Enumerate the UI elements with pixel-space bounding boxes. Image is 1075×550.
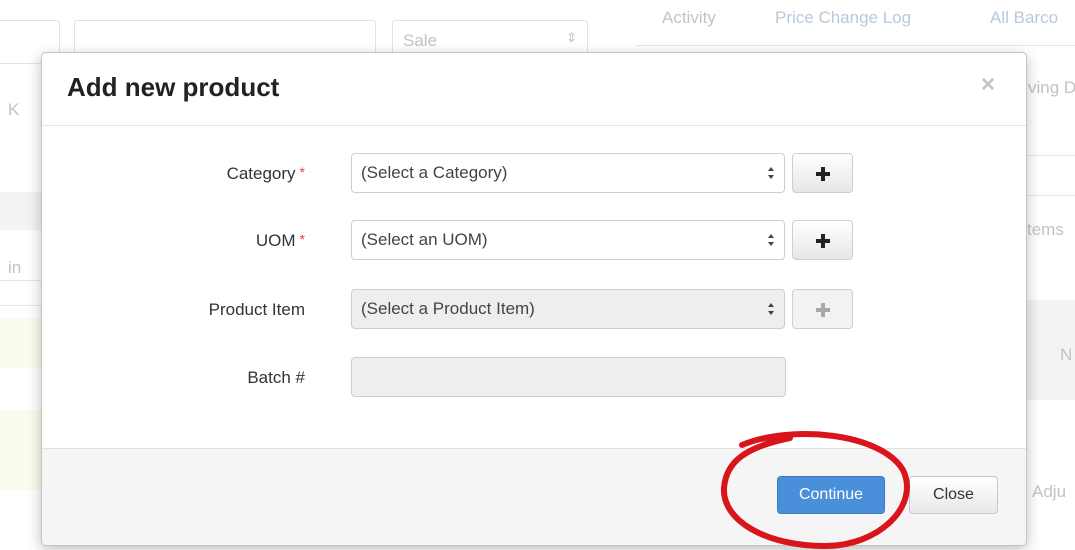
modal-footer: Continue Close — [42, 448, 1026, 545]
add-product-modal: Add new product × Category * (Select a Ca… — [41, 52, 1027, 546]
bg-line-right-2 — [1025, 195, 1075, 196]
required-star: * — [299, 164, 305, 180]
select-arrows-icon — [768, 303, 774, 315]
bg-fragment-ving: ving D — [1028, 78, 1075, 97]
category-select-value: (Select a Category) — [361, 163, 508, 182]
select-arrows-icon — [768, 234, 774, 246]
add-uom-button[interactable] — [792, 220, 853, 260]
plus-icon — [816, 234, 830, 248]
uom-select-value: (Select an UOM) — [361, 230, 488, 249]
batch-label: Batch # — [247, 368, 305, 387]
close-button[interactable]: Close — [909, 476, 998, 514]
product-item-label: Product Item — [208, 300, 305, 319]
bg-tab-price-change-log: Price Change Log — [775, 8, 912, 27]
form-row-category: Category * (Select a Category) — [42, 153, 1026, 195]
bg-line-left-2 — [0, 305, 42, 306]
plus-icon — [816, 303, 830, 317]
bg-tab-all-barcodes: All Barco — [990, 8, 1059, 27]
category-label-text: Category — [226, 164, 296, 183]
bg-tab-underline — [636, 45, 1075, 46]
add-product-item-button[interactable] — [792, 289, 853, 329]
bg-fragment-adju: Adju — [1032, 482, 1067, 501]
uom-label: UOM * — [256, 231, 305, 251]
form-row-batch: Batch # — [42, 357, 1026, 399]
form-row-product-item: Product Item (Select a Product Item) — [42, 289, 1026, 331]
bg-fragment-in: in — [8, 258, 22, 277]
uom-label-text: UOM — [255, 231, 296, 250]
continue-button[interactable]: Continue — [777, 476, 885, 514]
batch-input[interactable] — [351, 357, 786, 397]
uom-select[interactable]: (Select an UOM) — [351, 220, 785, 260]
bg-sale-label: Sale — [403, 31, 438, 50]
form-row-uom: UOM * (Select an UOM) — [42, 220, 1026, 262]
product-item-select[interactable]: (Select a Product Item) — [351, 289, 785, 329]
category-label: Category * — [227, 164, 305, 184]
select-arrows-icon — [768, 167, 774, 179]
category-select[interactable]: (Select a Category) — [351, 153, 785, 193]
bg-band-left-3 — [0, 410, 42, 490]
modal-header: Add new product × — [42, 53, 1026, 126]
bg-sale-arrows-icon: ⇕ — [566, 30, 577, 45]
add-category-button[interactable] — [792, 153, 853, 193]
bg-band-left-2 — [0, 318, 42, 368]
bg-line-left — [0, 280, 42, 281]
bg-band-left — [0, 192, 42, 230]
close-icon[interactable]: × — [978, 73, 998, 97]
required-star: * — [299, 231, 305, 247]
product-item-select-value: (Select a Product Item) — [361, 299, 535, 318]
bg-line-right — [1025, 155, 1075, 156]
bg-fragment-left-x: K — [8, 100, 20, 119]
bg-tab-activity: Activity — [662, 8, 716, 27]
bg-fragment-n: N — [1060, 345, 1073, 364]
bg-fragment-items: tems — [1027, 220, 1064, 239]
plus-icon — [816, 167, 830, 181]
modal-title: Add new product — [67, 72, 280, 102]
